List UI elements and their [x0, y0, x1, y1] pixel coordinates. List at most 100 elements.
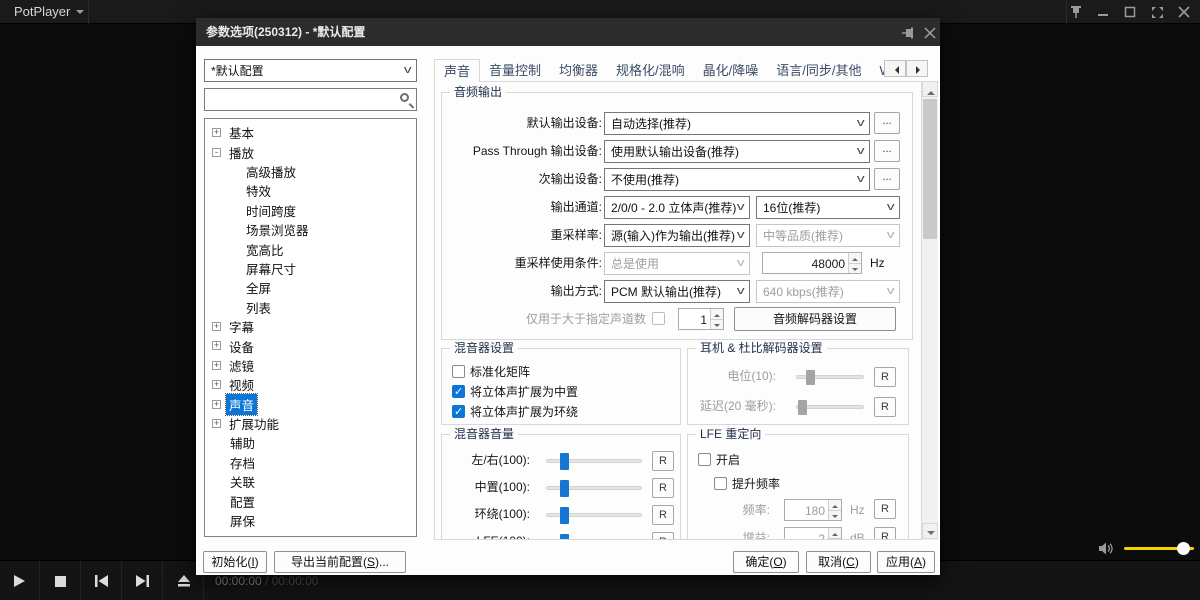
tree-item[interactable]: + 视频	[205, 375, 416, 394]
output-mode-select[interactable]: PCM 默认输出(推荐)	[604, 280, 750, 303]
tree-item[interactable]: 全屏	[205, 278, 416, 297]
tree-item[interactable]: 关联	[205, 472, 416, 491]
app-logo[interactable]: PotPlayer	[14, 0, 70, 24]
checkbox-icon[interactable]	[452, 385, 465, 398]
tree-item[interactable]: 宽高比	[205, 239, 416, 258]
reset-button[interactable]: R	[874, 397, 896, 417]
tab-5[interactable]: 晶化/降噪	[694, 59, 768, 82]
tree-item-label[interactable]: 配置	[227, 491, 258, 512]
default-output-device-select[interactable]: 自动选择(推荐)	[604, 112, 870, 135]
stop-button[interactable]	[41, 561, 81, 600]
tab-4[interactable]: 规格化/混响	[607, 59, 694, 82]
tree-item-label[interactable]: 播放	[226, 142, 257, 163]
secondary-device-select[interactable]: 不使用(推荐)	[604, 168, 870, 191]
tree-item-label[interactable]: 关联	[227, 471, 258, 492]
lfe-gain-reset-button[interactable]: R	[874, 527, 896, 540]
tab-3[interactable]: 均衡器	[550, 59, 607, 82]
bit-depth-select[interactable]: 16位(推荐)	[756, 196, 900, 219]
tree-item-label[interactable]: 列表	[243, 297, 274, 318]
reset-button[interactable]: R	[652, 451, 674, 471]
volume-slider[interactable]	[1124, 547, 1194, 550]
slider-track[interactable]	[796, 405, 864, 409]
tree-item[interactable]: 场景浏览器	[205, 220, 416, 239]
tree-item-label[interactable]: 场景浏览器	[243, 219, 312, 240]
sample-rate-spinner[interactable]: 48000	[762, 252, 862, 274]
reset-button[interactable]: R	[652, 478, 674, 498]
tree-item-label[interactable]: 声音	[226, 394, 257, 415]
tree-item-label[interactable]: 屏保	[227, 510, 258, 531]
reset-button[interactable]: R	[874, 367, 896, 387]
tree-item[interactable]: 辅助	[205, 433, 416, 452]
tab-scroll-left-icon[interactable]	[884, 60, 906, 77]
tab-2[interactable]: 音量控制	[480, 59, 550, 82]
dialog-titlebar[interactable]: 参数选项(250312) - *默认配置	[196, 18, 940, 46]
tree-item-label[interactable]: 基本	[226, 122, 257, 143]
fullscreen-button[interactable]	[1149, 4, 1165, 20]
volume-slider-thumb[interactable]	[1177, 542, 1190, 555]
slider-track[interactable]	[546, 459, 642, 463]
reset-button[interactable]: R	[652, 532, 674, 540]
close-icon[interactable]	[922, 25, 938, 40]
lfe-frequency-reset-button[interactable]: R	[874, 499, 896, 519]
tree-item-label[interactable]: 扩展功能	[226, 413, 282, 434]
slider-track[interactable]	[796, 375, 864, 379]
tree-expander-icon[interactable]: +	[212, 361, 221, 370]
tree-expander-icon[interactable]: +	[212, 400, 221, 409]
slider-thumb[interactable]	[560, 453, 569, 470]
tree-expander-icon[interactable]: +	[212, 128, 221, 137]
play-button[interactable]	[0, 561, 40, 600]
minimize-button[interactable]	[1095, 4, 1111, 20]
checkbox-icon[interactable]	[452, 405, 465, 418]
scrollbar-thumb[interactable]	[923, 99, 937, 239]
pin-icon[interactable]	[900, 25, 916, 40]
default-output-device-more-button[interactable]: ...	[874, 112, 900, 134]
tree-expander-icon[interactable]: +	[212, 322, 221, 331]
slider-thumb[interactable]	[806, 370, 815, 385]
secondary-device-more-button[interactable]: ...	[874, 168, 900, 190]
audio-decoder-settings-button[interactable]: 音频解码器设置	[734, 307, 896, 331]
next-button[interactable]	[123, 561, 163, 600]
tree-item-label[interactable]: 存档	[227, 452, 258, 473]
tree-item-label[interactable]: 时间跨度	[243, 200, 299, 221]
ok-button[interactable]: 确定(O)	[733, 551, 799, 573]
lfe-boost-checkbox[interactable]: 提升频率	[714, 475, 780, 492]
passthrough-device-select[interactable]: 使用默认输出设备(推荐)	[604, 140, 870, 163]
tree-item-label[interactable]: 屏幕尺寸	[243, 258, 299, 279]
tree-item-label[interactable]: 设备	[226, 336, 257, 357]
tree-item[interactable]: + 字幕	[205, 317, 416, 336]
settings-search-input[interactable]	[204, 88, 417, 111]
slider-thumb[interactable]	[560, 480, 569, 497]
speaker-icon[interactable]	[1098, 541, 1115, 556]
tab-scroll-right-icon[interactable]	[906, 60, 928, 77]
tree-item-label[interactable]: 字幕	[226, 316, 257, 337]
tree-expander-icon[interactable]: +	[212, 419, 221, 428]
tree-item[interactable]: 列表	[205, 298, 416, 317]
tree-item[interactable]: + 滤镜	[205, 356, 416, 375]
min-channels-spinner[interactable]: 1	[678, 308, 724, 330]
pin-icon[interactable]	[1068, 4, 1084, 20]
tree-item[interactable]: 屏保	[205, 511, 416, 530]
checkbox-icon[interactable]	[452, 365, 465, 378]
tree-expander-icon[interactable]: -	[212, 148, 221, 157]
tree-item[interactable]: 高级播放	[205, 162, 416, 181]
slider-track[interactable]	[546, 513, 642, 517]
tree-item-label[interactable]: 滤镜	[226, 355, 257, 376]
slider-thumb[interactable]	[560, 507, 569, 524]
tree-item[interactable]: 特效	[205, 181, 416, 200]
slider-thumb[interactable]	[798, 400, 807, 415]
export-config-button[interactable]: 导出当前配置(S)...	[274, 551, 406, 573]
tree-item[interactable]: 屏幕尺寸	[205, 259, 416, 278]
tree-expander-icon[interactable]: +	[212, 341, 221, 350]
reset-button[interactable]: R	[652, 505, 674, 525]
output-channels-select[interactable]: 2/0/0 - 2.0 立体声(推荐)	[604, 196, 750, 219]
tree-item[interactable]: -播放	[205, 142, 416, 161]
tree-expander-icon[interactable]: +	[212, 380, 221, 389]
tree-item[interactable]: 时间跨度	[205, 201, 416, 220]
mixer-checkbox[interactable]: 将立体声扩展为环绕	[452, 401, 680, 421]
tree-item-label[interactable]: 特效	[243, 180, 274, 201]
tree-item-label[interactable]: 视频	[226, 374, 257, 395]
close-button[interactable]	[1176, 4, 1192, 20]
scroll-up-icon[interactable]	[922, 81, 938, 97]
lfe-enable-checkbox[interactable]: 开启	[698, 451, 740, 468]
content-scrollbar[interactable]	[922, 81, 938, 540]
